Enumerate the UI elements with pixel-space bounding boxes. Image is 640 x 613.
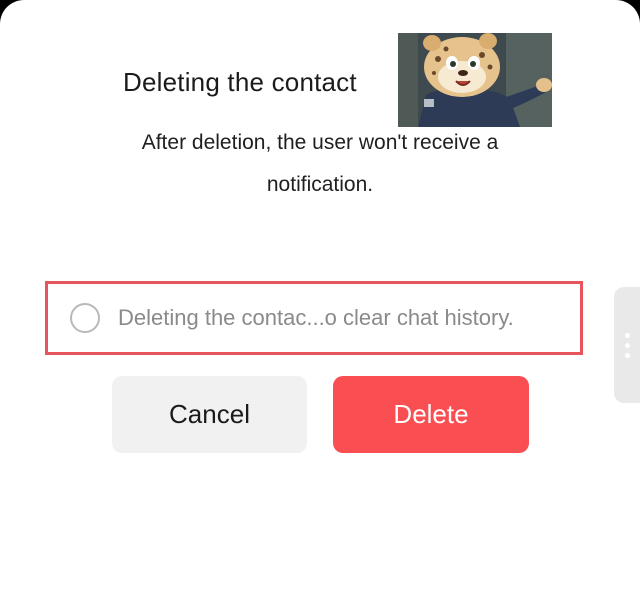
delete-contact-dialog: Deleting the contact After deletion, the… — [0, 0, 640, 613]
handle-dot — [624, 352, 630, 358]
cheetah-officer-sticker — [398, 33, 552, 127]
dialog-title: Deleting the contact — [123, 67, 357, 97]
handle-dot — [624, 342, 630, 348]
drag-handle-icon[interactable] — [614, 287, 640, 403]
clear-chat-history-option[interactable]: Deleting the contac...o clear chat histo… — [45, 281, 583, 355]
dialog-message: After deletion, the user won't receive a… — [141, 131, 499, 196]
radio-circle-icon[interactable] — [70, 303, 100, 333]
title-row: Deleting the contact — [0, 33, 640, 129]
handle-dot — [624, 332, 630, 338]
cancel-button[interactable]: Cancel — [112, 376, 307, 453]
option-label: Deleting the contac...o clear chat histo… — [118, 305, 514, 330]
delete-button[interactable]: Delete — [333, 376, 529, 453]
